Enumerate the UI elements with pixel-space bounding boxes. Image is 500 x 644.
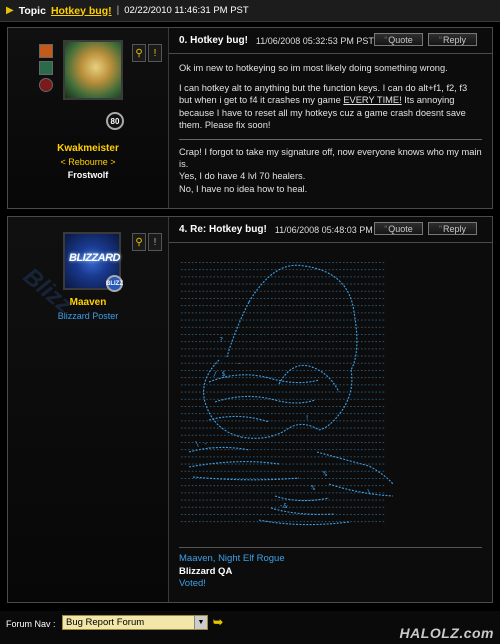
author-guild[interactable]: < Rebourne > [8, 157, 168, 167]
reply-label: Reply [442, 34, 466, 45]
brand-watermark: HALOLZ.com [399, 625, 494, 641]
topic-date: 02/22/2010 11:46:31 PM PST [124, 5, 249, 16]
facepalm-ascii-art: ? _ / $_ ! \ -_ % % -& \ [181, 262, 394, 526]
author-name[interactable]: Kwakmeister [8, 143, 168, 154]
signature-line: Crap! I forgot to take my signature off,… [179, 147, 482, 170]
svg-text:-&: -& [279, 502, 288, 510]
arrow-icon: ▶ [6, 4, 14, 16]
topic-label: Topic [18, 4, 46, 17]
post-body: Ok im new to hotkeying so im most likely… [169, 54, 492, 203]
forum-post: Blizz BLIZZARD BLIZZ ⚲ ! Maaven Blizzard… [7, 216, 493, 603]
forum-nav-selected: Bug Report Forum [66, 617, 145, 628]
reply-label: Reply [442, 223, 466, 234]
signature: Maaven, Night Elf Rogue Blizzard QA Vote… [179, 547, 482, 591]
author-panel: 80 ⚲ ! Kwakmeister < Rebourne > Frostwol… [8, 28, 169, 208]
blizzard-logo: BLIZZARD [69, 252, 121, 264]
svg-text:\: \ [367, 488, 371, 496]
reply-button[interactable]: “Reply [428, 33, 477, 46]
quote-button[interactable]: “Quote [374, 222, 423, 235]
race-icon [39, 61, 53, 75]
class-icon [39, 44, 53, 58]
chevron-down-icon[interactable]: ▼ [194, 616, 207, 629]
level-badge: 80 [106, 112, 124, 130]
quote-label: Quote [388, 34, 413, 45]
forum-nav-label: Forum Nav : [6, 619, 56, 629]
magnifier-icon[interactable]: ⚲ [132, 44, 146, 62]
author-title: Blizzard Poster [57, 311, 119, 321]
achievement-icons [39, 44, 53, 95]
signature-character: Maaven, Night Elf Rogue [179, 553, 285, 564]
quote-label: Quote [388, 223, 413, 234]
svg-text:_: _ [237, 356, 242, 364]
separator: | [116, 5, 120, 16]
blizzard-badge: BLIZZ [106, 275, 123, 292]
signature-line: Yes, I do have 4 lvl 70 healers. [179, 171, 306, 182]
forum-post: 80 ⚲ ! Kwakmeister < Rebourne > Frostwol… [7, 27, 493, 209]
post-tools: ⚲ ! [132, 233, 162, 253]
svg-text:?: ? [219, 336, 223, 344]
exclamation-icon[interactable]: ! [148, 44, 162, 62]
exclamation-icon[interactable]: ! [148, 233, 162, 251]
author-panel: Blizz BLIZZARD BLIZZ ⚲ ! Maaven Blizzard… [8, 217, 169, 602]
signature-note: Voted! [179, 578, 206, 589]
post-header: 0. Hotkey bug! 11/06/2008 05:32:53 PM PS… [169, 28, 492, 54]
topic-title-link[interactable]: Hotkey bug! [51, 5, 112, 17]
svg-text:\ -_: \ -_ [195, 440, 213, 448]
pvp-icon [39, 78, 53, 92]
post-content: 4. Re: Hotkey bug! 11/06/2008 05:48:03 P… [169, 217, 492, 602]
signature-line: No, I have no idea how to heal. [179, 183, 308, 194]
post-title: 4. Re: Hotkey bug! [179, 224, 267, 235]
author-name[interactable]: Maaven [8, 297, 168, 308]
post-title: 0. Hotkey bug! [179, 35, 248, 46]
emphasis-text: EVERY TIME! [343, 95, 402, 106]
post-date: 11/06/2008 05:32:53 PM PST [255, 35, 374, 46]
author-realm: Frostwolf [67, 170, 109, 180]
quote-button[interactable]: “Quote [374, 33, 423, 46]
signature-role: Blizzard QA [179, 565, 233, 577]
svg-text:/ $_: / $_ [213, 370, 231, 378]
topic-header: ▶ Topic Hotkey bug! | 02/22/2010 11:46:3… [0, 0, 500, 22]
svg-text:%: % [323, 470, 328, 478]
avatar[interactable] [63, 40, 123, 100]
ascii-art: ? _ / $_ ! \ -_ % % -& \ [179, 252, 427, 532]
svg-text:!: ! [305, 414, 309, 422]
post-tools: ⚲ ! [132, 44, 162, 64]
go-arrow-icon[interactable]: ➥ [213, 615, 223, 629]
forum-nav-select[interactable]: Bug Report Forum ▼ [62, 615, 208, 630]
reply-button[interactable]: “Reply [428, 222, 477, 235]
post-paragraph: Ok im new to hotkeying so im most likely… [179, 63, 448, 73]
signature-divider [179, 139, 482, 141]
magnifier-icon[interactable]: ⚲ [132, 233, 146, 251]
post-paragraph: I can hotkey alt to anything but the fun… [179, 83, 468, 130]
forum-nav-bar: Forum Nav : Bug Report Forum ▼ ➥ HALOLZ.… [0, 611, 500, 644]
post-content: 0. Hotkey bug! 11/06/2008 05:32:53 PM PS… [169, 28, 492, 208]
post-header: 4. Re: Hotkey bug! 11/06/2008 05:48:03 P… [169, 217, 492, 243]
